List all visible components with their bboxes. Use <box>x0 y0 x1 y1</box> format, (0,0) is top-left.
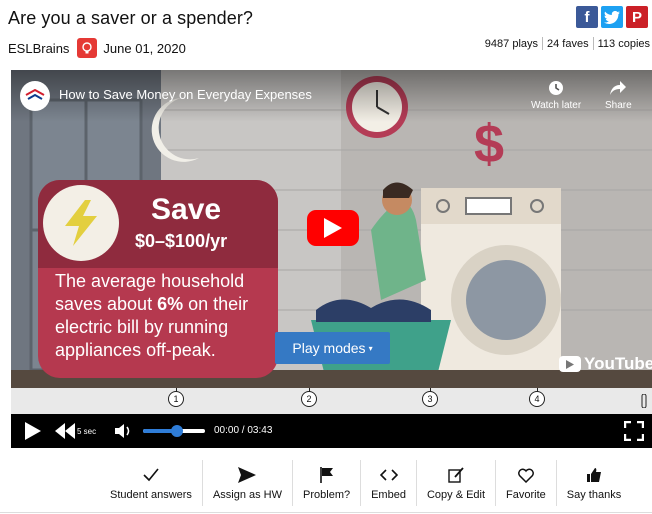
question-marker-1[interactable]: 1 <box>168 388 184 407</box>
volume-slider[interactable] <box>143 425 205 437</box>
rewind-5-button[interactable]: 5 sec <box>55 423 96 439</box>
time-display: 00:00 / 03:43 <box>214 425 273 436</box>
author-link[interactable]: ESLBrains <box>8 41 69 56</box>
pinterest-share-icon[interactable]: P <box>626 6 648 28</box>
savings-range: $0–$100/yr <box>135 231 228 251</box>
copies-count: 113 copies <box>597 37 650 50</box>
question-marker-3[interactable]: 3 <box>422 388 438 407</box>
say-thanks-button[interactable]: Say thanks <box>557 460 631 506</box>
play-modes-button[interactable]: Play modes ▾ <box>275 332 390 364</box>
video-player[interactable]: $ How to Save Money on Everyday Expenses… <box>11 70 652 388</box>
youtube-logo[interactable]: YouTube <box>559 354 652 374</box>
play-icon[interactable] <box>25 422 41 445</box>
stats-bar: 9487 plays 24 faves 113 copies <box>485 37 650 50</box>
question-marker-2[interactable]: 2 <box>301 388 317 407</box>
plays-count: 9487 plays <box>484 37 539 50</box>
divider <box>542 37 544 50</box>
svg-text:$: $ <box>474 114 504 174</box>
action-label: Favorite <box>506 489 546 501</box>
volume-knob[interactable] <box>171 425 183 437</box>
heart-icon <box>518 466 534 484</box>
play-modes-label: Play modes <box>292 340 366 356</box>
facebook-glyph: f <box>584 8 590 26</box>
channel-logo-icon[interactable] <box>20 81 50 111</box>
watch-later-button[interactable]: Watch later <box>531 80 581 111</box>
student-answers-button[interactable]: Student answers <box>100 460 203 506</box>
page: Are you a saver or a spender? ESLBrains … <box>0 0 652 514</box>
action-label: Problem? <box>303 489 351 501</box>
author-logo-icon[interactable] <box>77 38 98 58</box>
caret-down-icon: ▾ <box>368 343 373 353</box>
divider <box>592 37 594 50</box>
question-marker-track[interactable]: 1 2 3 4 <box>11 388 652 414</box>
action-label: Embed <box>371 489 406 501</box>
action-label: Student answers <box>110 489 192 501</box>
rewind-label: 5 sec <box>77 426 97 436</box>
embed-button[interactable]: Embed <box>361 460 417 506</box>
action-label: Assign as HW <box>212 489 283 501</box>
youtube-wordmark-text: YouTube <box>584 354 652 373</box>
pinterest-glyph: P <box>631 8 642 26</box>
twitter-share-icon[interactable] <box>601 6 623 28</box>
publish-date: June 01, 2020 <box>103 40 186 56</box>
faves-count: 24 faves <box>547 37 589 50</box>
code-icon <box>379 466 398 484</box>
share-video-button[interactable]: Share <box>605 80 632 111</box>
watch-later-label: Watch later <box>531 100 582 111</box>
send-icon <box>238 466 257 484</box>
clock-icon <box>548 80 564 100</box>
favorite-button[interactable]: Favorite <box>496 460 557 506</box>
savings-percent: 6% <box>157 294 184 314</box>
savings-body: The average household saves about 6% on … <box>55 270 277 362</box>
meta-row: ESLBrains June 01, 2020 <box>8 38 186 58</box>
marker-edge-icon <box>641 394 647 408</box>
video-title[interactable]: How to Save Money on Everyday Expenses <box>59 87 312 102</box>
lightning-bolt-icon <box>43 185 119 261</box>
assign-as-hw-button[interactable]: Assign as HW <box>203 460 294 506</box>
action-label: Copy & Edit <box>426 489 486 501</box>
edit-icon <box>448 466 464 484</box>
savings-headline: Save <box>151 193 222 226</box>
youtube-play-glyph-icon <box>559 356 581 372</box>
problem-button[interactable]: Problem? <box>293 460 362 506</box>
rewind-icon <box>55 423 75 439</box>
share-label: Share <box>605 100 632 111</box>
share-arrow-icon <box>609 80 627 100</box>
share-buttons: f P <box>576 6 648 28</box>
page-title: Are you a saver or a spender? <box>8 8 254 28</box>
player-controls: 5 sec 00:00 / 03:43 <box>11 414 652 448</box>
action-label: Say thanks <box>566 489 622 501</box>
youtube-play-icon[interactable] <box>307 210 359 246</box>
thumbs-up-icon <box>586 466 602 484</box>
flag-icon <box>319 466 334 484</box>
fullscreen-icon[interactable] <box>623 420 645 446</box>
savings-card: Save $0–$100/yr The average household sa… <box>38 180 278 378</box>
question-marker-4[interactable]: 4 <box>529 388 545 407</box>
facebook-share-icon[interactable]: f <box>576 6 598 28</box>
copy-edit-button[interactable]: Copy & Edit <box>417 460 497 506</box>
check-icon <box>143 466 159 484</box>
divider <box>0 512 652 513</box>
volume-icon[interactable] <box>115 423 133 444</box>
action-bar: Student answers Assign as HW Problem? Em… <box>100 460 631 506</box>
